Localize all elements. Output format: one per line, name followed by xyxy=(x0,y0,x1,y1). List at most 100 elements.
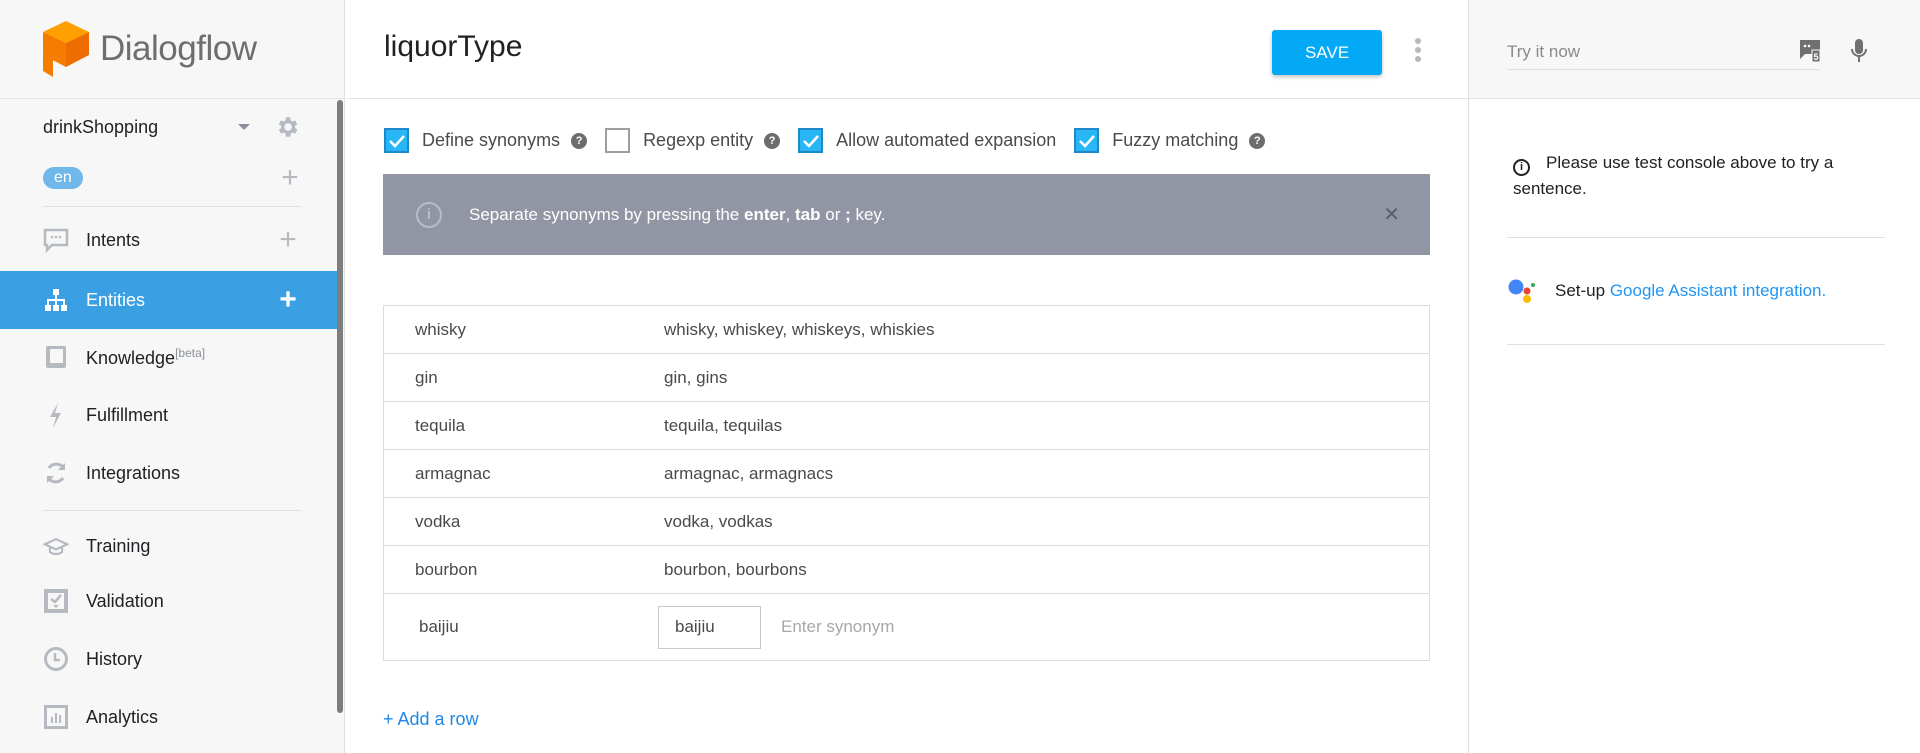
entity-name[interactable]: liquorType xyxy=(384,30,522,64)
add-entity-button[interactable]: + xyxy=(275,285,301,315)
reference-value[interactable]: bourbon xyxy=(384,560,664,580)
synonym-input[interactable] xyxy=(781,617,1081,637)
synonyms[interactable]: whisky, whiskey, whiskeys, whiskies xyxy=(664,320,935,340)
sidebar-item-knowledge[interactable]: Knowledge[beta] xyxy=(0,328,337,386)
sidebar-item-label: Integrations xyxy=(86,462,181,483)
option-define-synonyms[interactable]: Define synonyms ? xyxy=(384,128,588,153)
save-button[interactable]: SAVE xyxy=(1272,30,1382,75)
sidebar: Dialogflow drinkShopping en + Intents + … xyxy=(0,0,345,753)
table-row[interactable]: bourbon bourbon, bourbons xyxy=(384,546,1429,594)
info-text: Separate synonyms by pressing the enter,… xyxy=(469,204,886,224)
graduation-cap-icon xyxy=(43,533,69,559)
try-it-input[interactable] xyxy=(1507,34,1819,70)
microphone-icon[interactable] xyxy=(1849,38,1869,64)
define-synonyms-checkbox[interactable] xyxy=(384,128,409,153)
synonyms[interactable]: armagnac, armagnacs xyxy=(664,464,833,484)
regexp-entity-checkbox[interactable] xyxy=(605,128,631,153)
beta-badge: [beta] xyxy=(175,345,206,360)
entity-options: Define synonyms ? Regexp entity ? Allow … xyxy=(384,128,1283,153)
add-intent-button[interactable]: + xyxy=(275,225,301,255)
google-assistant-icon xyxy=(1508,279,1535,303)
synonyms[interactable]: vodka, vodkas xyxy=(664,512,773,532)
add-language-button[interactable]: + xyxy=(277,163,303,193)
sidebar-item-label: Fulfillment xyxy=(86,404,169,425)
sidebar-item-integrations[interactable]: Integrations xyxy=(0,444,337,502)
dialogflow-logo-icon xyxy=(43,21,89,77)
lightning-icon xyxy=(43,402,69,428)
entries-table: whisky whisky, whiskey, whiskeys, whiski… xyxy=(383,305,1430,661)
synonyms[interactable]: bourbon, bourbons xyxy=(664,560,807,580)
option-label: Define synonyms xyxy=(422,130,561,150)
sidebar-item-label: Entities xyxy=(86,289,146,310)
logo[interactable]: Dialogflow xyxy=(0,0,344,99)
ga-setup-text: Set-up Google Assistant integration. xyxy=(1555,281,1827,300)
help-icon[interactable]: ? xyxy=(1249,132,1266,149)
synonyms[interactable]: tequila, tequilas xyxy=(664,416,782,436)
table-row[interactable]: armagnac armagnac, armagnacs xyxy=(384,450,1429,498)
sidebar-item-training[interactable]: Training xyxy=(0,517,337,575)
sidebar-item-validation[interactable]: Validation xyxy=(0,572,337,630)
help-icon[interactable]: ? xyxy=(764,132,781,149)
language-row: en + xyxy=(43,163,303,193)
reference-value[interactable]: vodka xyxy=(384,512,664,532)
sidebar-item-label: Knowledge[beta] xyxy=(86,345,206,368)
check-box-icon xyxy=(43,588,69,614)
close-icon[interactable]: ✕ xyxy=(1383,202,1400,227)
table-row-editing[interactable]: baijiu baijiu xyxy=(384,594,1429,660)
fuzzy-matching-checkbox[interactable] xyxy=(1074,128,1100,153)
test-console-hint: i Please use test console above to try a … xyxy=(1513,153,1834,198)
table-row[interactable]: gin gin, gins xyxy=(384,354,1429,402)
sidebar-item-intents[interactable]: Intents + xyxy=(0,211,337,269)
sidebar-item-analytics[interactable]: Analytics xyxy=(0,688,337,746)
language-badge[interactable]: en xyxy=(43,167,83,189)
sidebar-item-history[interactable]: History xyxy=(0,630,337,688)
reference-input[interactable]: baijiu xyxy=(384,617,664,637)
google-assistant-link[interactable]: Google Assistant integration. xyxy=(1610,281,1826,300)
gear-icon[interactable] xyxy=(274,114,300,140)
google-assistant-setup: Set-up Google Assistant integration. xyxy=(1507,276,1826,306)
sidebar-item-fulfillment[interactable]: Fulfillment xyxy=(0,386,337,444)
try-it-bar: 5 xyxy=(1469,0,1920,99)
test-console: 5 iPlease use test console above to try … xyxy=(1468,0,1920,753)
option-fuzzy-matching[interactable]: Fuzzy matching ? xyxy=(1074,128,1266,153)
reference-value[interactable]: gin xyxy=(384,368,664,388)
option-label: Regexp entity xyxy=(643,130,754,150)
reference-value[interactable]: whisky xyxy=(384,320,664,340)
clock-icon xyxy=(43,646,69,672)
bar-chart-icon xyxy=(43,704,69,730)
chat-bubble-icon xyxy=(43,227,69,253)
synonym-chip[interactable]: baijiu xyxy=(658,605,761,649)
divider xyxy=(43,206,301,207)
refresh-icon xyxy=(43,460,69,486)
table-row[interactable]: whisky whisky, whiskey, whiskeys, whiski… xyxy=(384,306,1429,354)
sidebar-item-label: Training xyxy=(86,535,151,556)
more-options-icon[interactable] xyxy=(1412,38,1424,62)
reference-value[interactable]: armagnac xyxy=(384,464,664,484)
table-row[interactable]: tequila tequila, tequilas xyxy=(384,402,1429,450)
chevron-down-icon[interactable] xyxy=(238,124,250,130)
info-banner: i Separate synonyms by pressing the ente… xyxy=(383,174,1430,255)
sitemap-icon xyxy=(43,287,69,313)
automated-expansion-checkbox[interactable] xyxy=(798,128,824,153)
sidebar-item-label: Analytics xyxy=(86,706,159,727)
agent-selector[interactable]: drinkShopping xyxy=(43,114,303,140)
app-name: Dialogflow xyxy=(100,29,257,68)
option-label: Fuzzy matching xyxy=(1112,130,1239,150)
synonyms[interactable]: gin, gins xyxy=(664,368,727,388)
reference-value[interactable]: tequila xyxy=(384,416,664,436)
sidebar-item-entities[interactable]: Entities + xyxy=(0,271,337,329)
divider xyxy=(1507,237,1885,238)
option-automated-expansion[interactable]: Allow automated expansion xyxy=(798,128,1056,153)
option-regexp-entity[interactable]: Regexp entity ? xyxy=(605,128,781,153)
sidebar-scrollbar[interactable] xyxy=(337,100,343,713)
info-icon: i xyxy=(416,201,442,228)
option-label: Allow automated expansion xyxy=(836,130,1057,150)
sms-icon[interactable]: 5 xyxy=(1799,38,1821,62)
add-row-link[interactable]: + Add a row xyxy=(383,709,479,730)
table-row[interactable]: vodka vodka, vodkas xyxy=(384,498,1429,546)
book-icon xyxy=(43,344,69,370)
sidebar-item-label: Validation xyxy=(86,590,164,611)
agent-name: drinkShopping xyxy=(43,116,159,137)
editor-header: liquorType SAVE xyxy=(346,0,1468,99)
help-icon[interactable]: ? xyxy=(571,132,588,149)
